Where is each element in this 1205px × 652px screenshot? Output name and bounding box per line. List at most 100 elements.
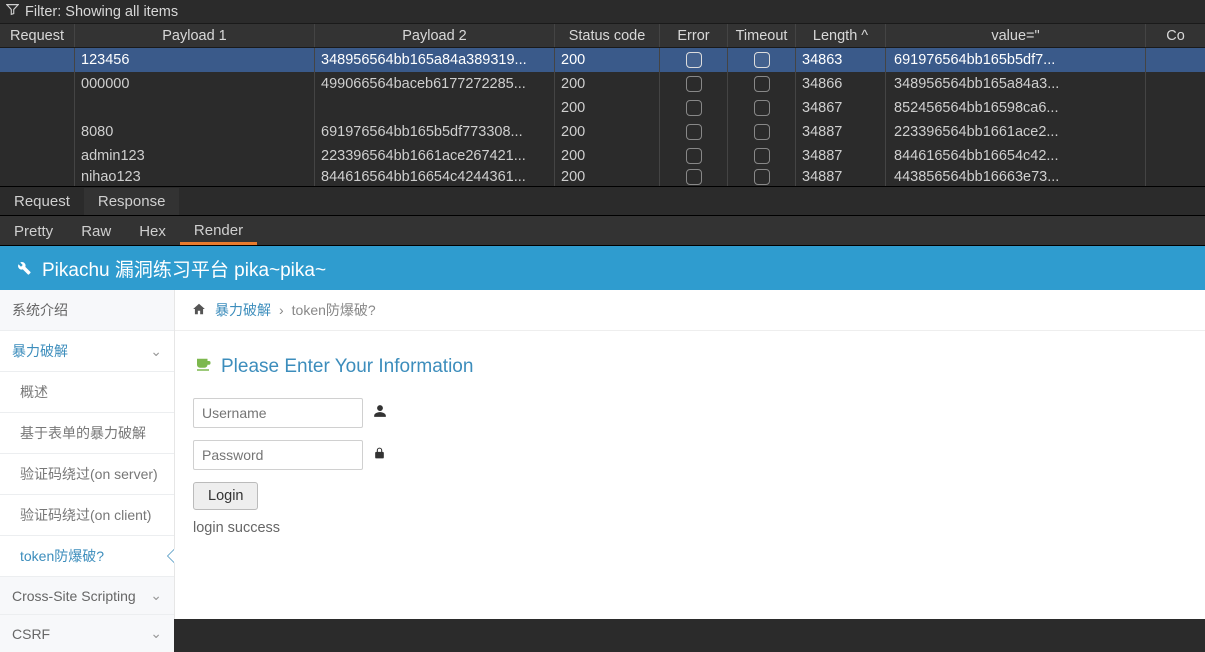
cell-co: [1146, 168, 1205, 186]
cell-status-code: 200: [555, 168, 660, 186]
cell-length: 34867: [796, 96, 886, 120]
sidebar-item-captcha-client[interactable]: 验证码绕过(on client): [0, 495, 174, 536]
cell-payload-2: 348956564bb165a84a389319...: [315, 48, 555, 72]
cell-value: 443856564bb16663e73...: [886, 168, 1146, 186]
cell-status-code: 200: [555, 72, 660, 96]
sidebar-item-form-brute[interactable]: 基于表单的暴力破解: [0, 413, 174, 454]
cell-error: [660, 168, 728, 186]
col-value[interactable]: value=": [886, 24, 1146, 47]
pika-header: Pikachu 漏洞练习平台 pika~pika~: [0, 246, 1205, 290]
filter-bar[interactable]: Filter: Showing all items: [0, 0, 1205, 24]
wrench-icon: [12, 256, 32, 281]
cell-payload-1: 8080: [75, 120, 315, 144]
sidebar-item-label: 验证码绕过(on server): [20, 464, 158, 484]
table-header[interactable]: Request Payload 1 Payload 2 Status code …: [0, 24, 1205, 48]
cell-co: [1146, 48, 1205, 72]
login-button[interactable]: Login: [193, 482, 258, 510]
sidebar-item-label: 系统介绍: [12, 300, 68, 320]
cell-payload-1: admin123: [75, 144, 315, 168]
breadcrumb-current: token防爆破?: [292, 300, 376, 320]
table-row[interactable]: 8080691976564bb165b5df773308...200 348872…: [0, 120, 1205, 144]
checkbox-icon: [754, 100, 770, 116]
table-row[interactable]: admin123223396564bb1661ace267421...20034…: [0, 144, 1205, 168]
cell-timeout: [728, 120, 796, 144]
cell-payload-1: [75, 96, 315, 120]
tab-response[interactable]: Response: [84, 188, 180, 215]
active-marker-icon: [168, 549, 175, 563]
coffee-icon: [193, 355, 213, 378]
sidebar-item-brute[interactable]: 暴力破解⌄: [0, 331, 174, 372]
cell-length: 34887: [796, 168, 886, 186]
sidebar-item-xss[interactable]: Cross-Site Scripting⌄: [0, 577, 174, 615]
cell-status-code: 200: [555, 120, 660, 144]
home-icon[interactable]: [191, 302, 207, 319]
cell-payload-2: 844616564bb16654c4244361...: [315, 168, 555, 186]
cell-payload-1: nihao123: [75, 168, 315, 186]
request-response-tabs: Request Response: [0, 186, 1205, 216]
view-tabs: Pretty Raw Hex Render: [0, 216, 1205, 246]
cell-request: [0, 144, 75, 168]
checkbox-icon: [754, 52, 770, 68]
col-payload-2[interactable]: Payload 2: [315, 24, 555, 47]
pika-sidebar: 系统介绍 暴力破解⌄ 概述 基于表单的暴力破解 验证码绕过(on server)…: [0, 290, 175, 619]
table-row[interactable]: 20034867852456564bb16598ca6...: [0, 96, 1205, 120]
cell-value: 348956564bb165a84a3...: [886, 72, 1146, 96]
pika-title: Pikachu 漏洞练习平台 pika~pika~: [42, 255, 326, 282]
pika-main: 暴力破解 › token防爆破? Please Enter Your Infor…: [175, 290, 1205, 619]
col-error[interactable]: Error: [660, 24, 728, 47]
table-row[interactable]: nihao123844616564bb16654c4244361...200 34…: [0, 168, 1205, 186]
tab-request[interactable]: Request: [0, 188, 84, 215]
cell-payload-1: 123456: [75, 48, 315, 72]
sidebar-item-csrf[interactable]: CSRF⌄: [0, 615, 174, 652]
tab-hex[interactable]: Hex: [125, 218, 180, 245]
breadcrumb-link[interactable]: 暴力破解: [215, 300, 271, 320]
cell-error: [660, 96, 728, 120]
tab-raw[interactable]: Raw: [67, 218, 125, 245]
breadcrumb-separator: ›: [279, 302, 284, 318]
cell-error: [660, 144, 728, 168]
cell-status-code: 200: [555, 96, 660, 120]
sidebar-item-intro[interactable]: 系统介绍: [0, 290, 174, 331]
col-request[interactable]: Request: [0, 24, 75, 47]
form-title: Please Enter Your Information: [193, 355, 1187, 378]
sidebar-item-overview[interactable]: 概述: [0, 372, 174, 413]
checkbox-icon: [686, 169, 702, 185]
sidebar-item-label: token防爆破?: [20, 546, 104, 566]
table-row[interactable]: 000000499066564baceb6177272285...2003486…: [0, 72, 1205, 96]
user-icon: [373, 404, 387, 422]
cell-request: [0, 48, 75, 72]
cell-value: 223396564bb1661ace2...: [886, 120, 1146, 144]
cell-length: 34887: [796, 120, 886, 144]
checkbox-icon: [754, 148, 770, 164]
tab-pretty[interactable]: Pretty: [0, 218, 67, 245]
cell-request: [0, 72, 75, 96]
results-table: Request Payload 1 Payload 2 Status code …: [0, 24, 1205, 186]
cell-co: [1146, 120, 1205, 144]
col-length[interactable]: Length ^: [796, 24, 886, 47]
cell-timeout: [728, 96, 796, 120]
cell-request: [0, 168, 75, 186]
checkbox-icon: [686, 148, 702, 164]
sidebar-item-label: 验证码绕过(on client): [20, 505, 151, 525]
sidebar-item-token[interactable]: token防爆破?: [0, 536, 174, 577]
checkbox-icon: [686, 100, 702, 116]
col-status-code[interactable]: Status code: [555, 24, 660, 47]
checkbox-icon: [754, 169, 770, 185]
cell-payload-1: 000000: [75, 72, 315, 96]
col-payload-1[interactable]: Payload 1: [75, 24, 315, 47]
cell-payload-2: 691976564bb165b5df773308...: [315, 120, 555, 144]
table-row[interactable]: 123456348956564bb165a84a389319...2003486…: [0, 48, 1205, 72]
cell-payload-2: [315, 96, 555, 120]
sidebar-item-captcha-server[interactable]: 验证码绕过(on server): [0, 454, 174, 495]
cell-length: 34866: [796, 72, 886, 96]
checkbox-icon: [686, 76, 702, 92]
password-input[interactable]: [193, 440, 363, 470]
col-co[interactable]: Co: [1146, 24, 1205, 47]
col-timeout[interactable]: Timeout: [728, 24, 796, 47]
tab-render[interactable]: Render: [180, 217, 257, 245]
cell-value: 844616564bb16654c42...: [886, 144, 1146, 168]
checkbox-icon: [754, 124, 770, 140]
checkbox-icon: [686, 52, 702, 68]
username-input[interactable]: [193, 398, 363, 428]
cell-length: 34863: [796, 48, 886, 72]
